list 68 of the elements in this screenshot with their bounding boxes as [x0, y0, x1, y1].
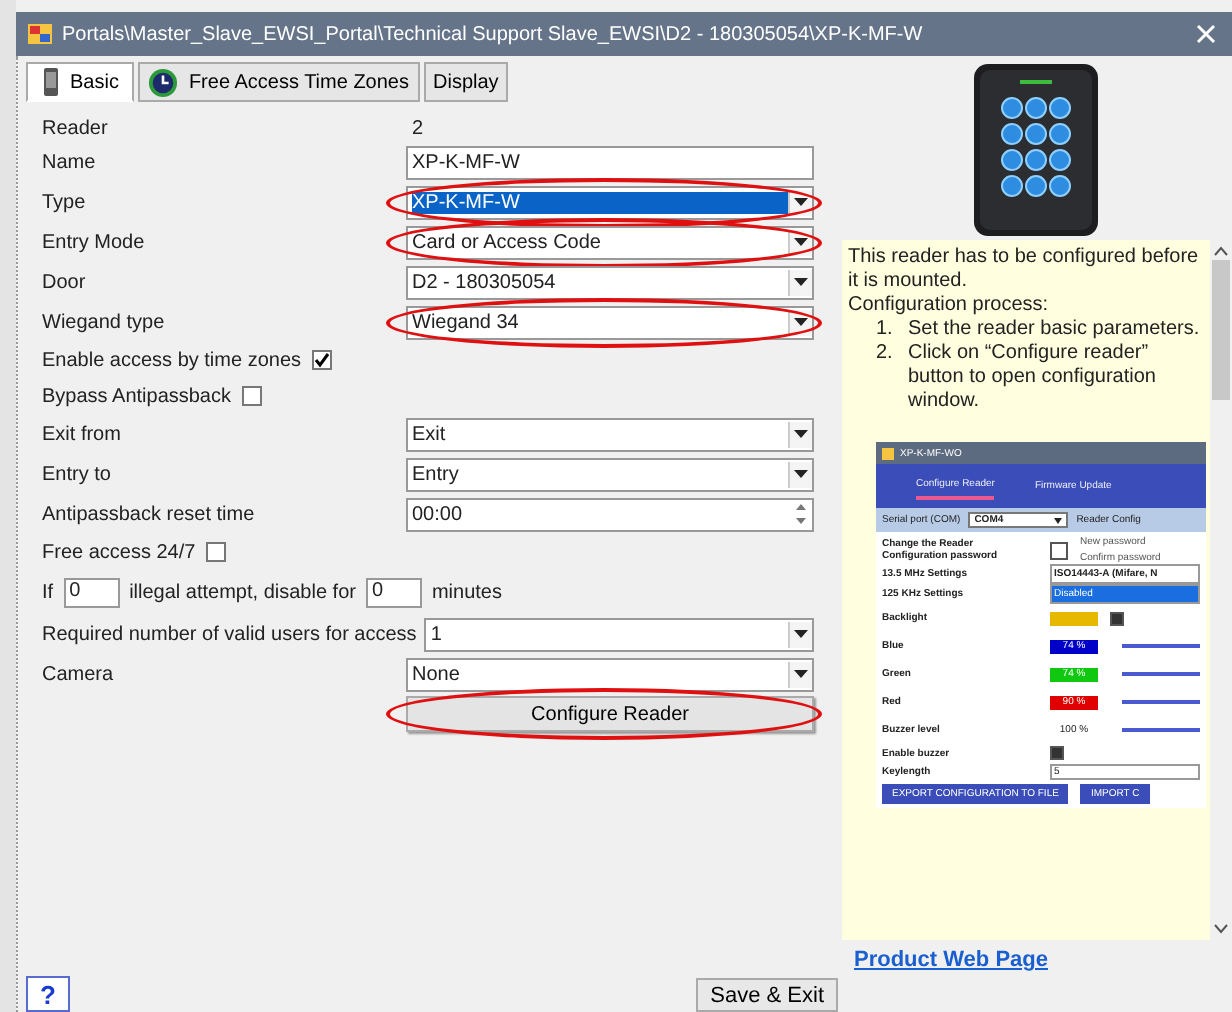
field-label: Reader — [42, 117, 110, 139]
dropdown-arrow-icon — [1054, 517, 1063, 523]
reader-number: 2 — [410, 117, 424, 139]
dropdown[interactable]: D2 - 180305054 — [406, 265, 814, 299]
app-icon — [882, 447, 894, 459]
help-text: This reader has to be configured before it is mounted. — [848, 246, 1201, 294]
help-text: Configuration process: — [848, 294, 1051, 318]
dropdown[interactable]: XP-K-MF-W — [406, 185, 814, 219]
configure-reader-button[interactable]: Configure Reader — [406, 696, 814, 732]
dropdown[interactable]: Wiegand 34 — [406, 305, 814, 339]
field-label: Required number of valid users for access — [42, 623, 417, 645]
field-label: If — [42, 581, 54, 603]
tab[interactable]: Free Access Time Zones — [138, 62, 419, 102]
checkbox[interactable] — [1110, 611, 1124, 625]
field-label: Entry to — [42, 463, 113, 485]
dropdown[interactable]: None — [406, 657, 814, 691]
input-field[interactable]: 0 — [63, 577, 120, 607]
field-label: Camera — [42, 663, 116, 685]
checkbox[interactable] — [1050, 541, 1068, 559]
checkbox[interactable] — [241, 386, 261, 406]
field-label: illegal attempt, disable for — [129, 581, 356, 603]
dropdown-arrow-icon — [794, 630, 808, 638]
spin-field[interactable]: 00:00 — [406, 497, 814, 531]
spin-arrows-icon — [794, 502, 808, 526]
checkbox-label: Bypass Antipassback — [42, 385, 231, 407]
field-label: Wiegand type — [42, 311, 167, 333]
input-field[interactable]: 0 — [365, 577, 422, 607]
dropdown[interactable]: Entry — [406, 457, 814, 491]
scroll-down-icon[interactable] — [1214, 924, 1228, 934]
field-label: Entry Mode — [42, 231, 147, 253]
dropdown[interactable]: 1 — [424, 617, 814, 651]
dropdown-arrow-icon — [794, 318, 808, 326]
checkbox[interactable] — [205, 542, 226, 562]
window-title: Portals\Master_Slave_EWSI_Portal\Technical Support Slave_EWSI\D2 - 180305054\XP-K-MF-W — [62, 23, 925, 45]
dropdown-arrow-icon — [794, 198, 808, 206]
scroll-thumb[interactable] — [1212, 260, 1230, 400]
dropdown-arrow-icon — [794, 238, 808, 246]
scroll-up-icon[interactable] — [1214, 246, 1228, 256]
step-text: Click on “Configure reader” button to open configuration window. — [908, 342, 1158, 414]
product-web-page-link[interactable]: Product Web Page — [854, 948, 1048, 972]
close-icon[interactable] — [1196, 24, 1216, 44]
reader-icon — [42, 68, 60, 96]
field-label: Door — [42, 271, 88, 293]
help-button[interactable]: ? — [26, 976, 70, 1012]
dropdown-arrow-icon — [794, 470, 808, 478]
dropdown[interactable]: Exit — [406, 417, 814, 451]
checkbox[interactable] — [1050, 746, 1064, 760]
field-label: minutes — [431, 581, 502, 603]
clock-icon — [148, 67, 179, 97]
save-exit-button[interactable]: Save & Exit — [696, 978, 838, 1012]
tab[interactable]: Display — [423, 62, 509, 102]
tab[interactable]: Basic — [26, 62, 135, 102]
checkbox-label: Free access 24/7 — [42, 541, 196, 563]
field-label: Name — [42, 151, 98, 173]
field-label: Type — [42, 191, 88, 213]
input-field[interactable]: XP-K-MF-W — [406, 145, 814, 179]
field-label: Antipassback reset time — [42, 503, 257, 525]
checkbox-label: Enable access by time zones — [42, 349, 302, 371]
dropdown-arrow-icon — [794, 278, 808, 286]
app-icon — [28, 22, 52, 46]
step-text: Set the reader basic parameters. — [908, 318, 1200, 342]
step-number: 2. — [876, 342, 895, 368]
checkbox[interactable] — [311, 350, 332, 370]
dropdown-arrow-icon — [794, 430, 808, 438]
dropdown-arrow-icon — [794, 670, 808, 678]
step-number: 1. — [876, 318, 895, 342]
field-label: Exit from — [42, 423, 123, 445]
dropdown[interactable]: Card or Access Code — [406, 225, 814, 259]
